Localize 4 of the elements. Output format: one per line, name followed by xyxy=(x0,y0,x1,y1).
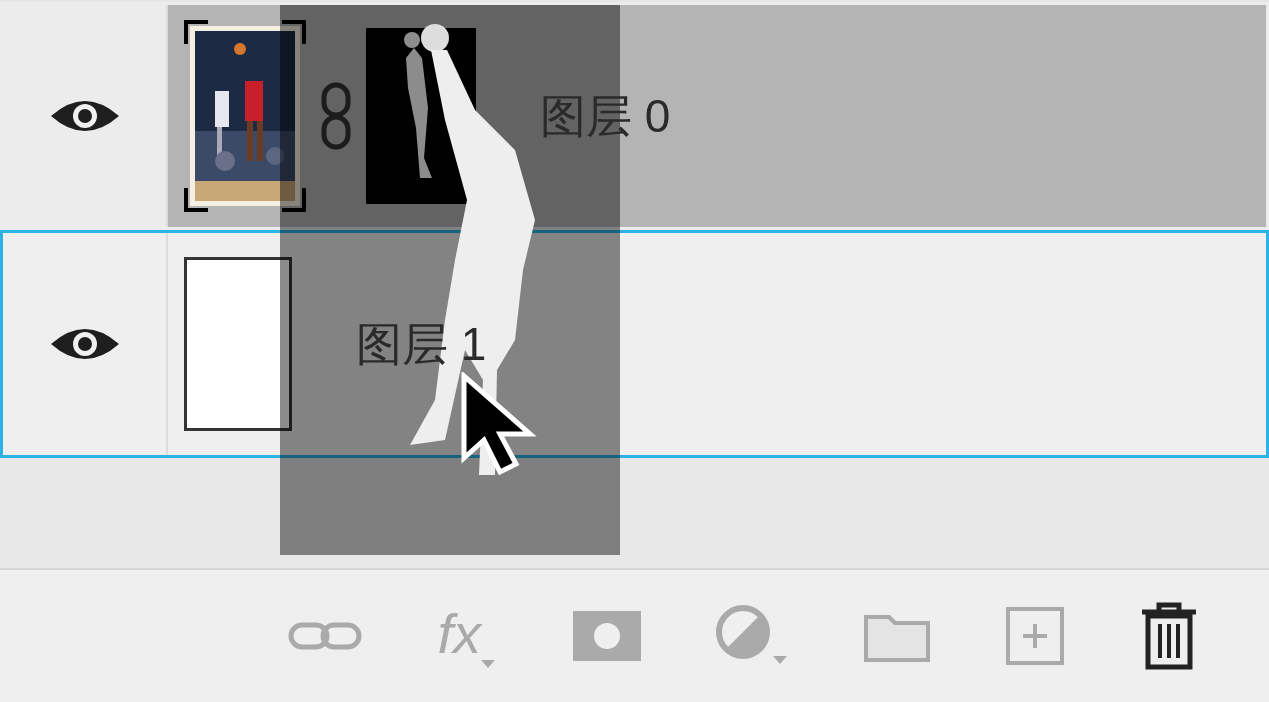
fx-button[interactable]: fx xyxy=(437,600,499,672)
layer-thumbnail[interactable] xyxy=(184,20,306,212)
layer-thumbnail[interactable] xyxy=(184,257,292,431)
trash-icon[interactable] xyxy=(1139,602,1199,670)
